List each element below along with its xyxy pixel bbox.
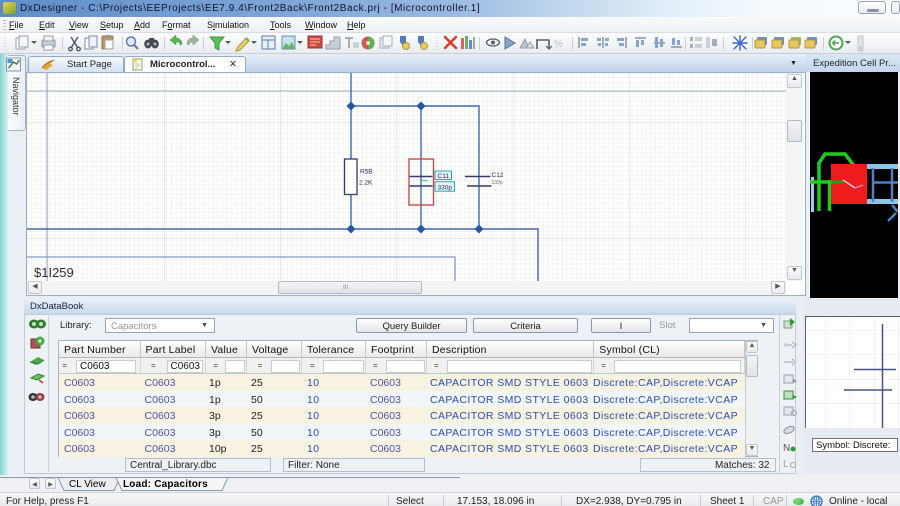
svg-text:C12: C12: [492, 172, 504, 179]
svg-text:N: N: [783, 443, 790, 454]
svg-text:$1I259: $1I259: [34, 265, 74, 280]
svg-text:330p: 330p: [492, 180, 503, 186]
svg-text:R5B: R5B: [360, 169, 373, 176]
svg-text:C11: C11: [438, 173, 450, 180]
svg-text:L: L: [783, 459, 789, 470]
svg-text:2.2K: 2.2K: [359, 180, 373, 187]
svg-text:330p: 330p: [438, 184, 453, 191]
svg-text:%: %: [554, 39, 563, 50]
